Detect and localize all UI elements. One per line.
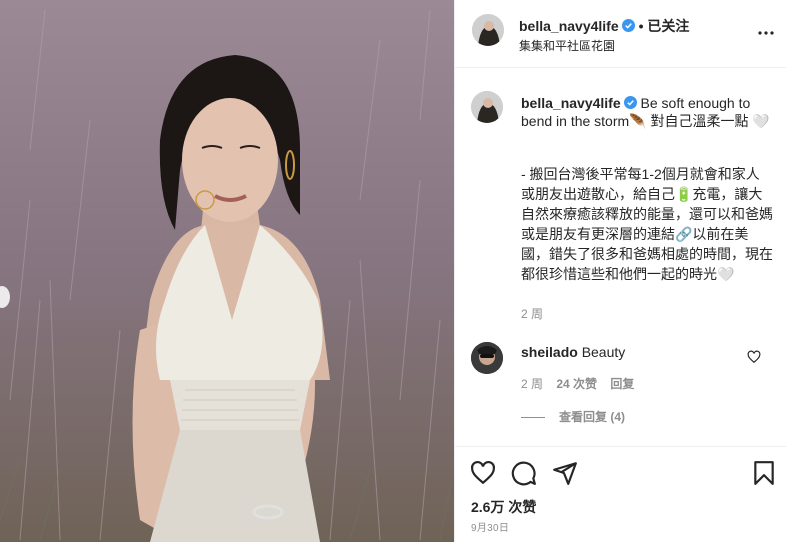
avatar[interactable] (471, 91, 503, 123)
paper-plane-icon[interactable] (552, 460, 578, 486)
action-bar: 2.6万 次赞 9月30日 (455, 446, 786, 542)
avatar[interactable] (471, 342, 503, 374)
bookmark-icon[interactable] (751, 460, 777, 486)
caption-username[interactable]: bella_navy4life (521, 95, 621, 111)
comment-likes[interactable]: 24 次赞 (556, 377, 597, 391)
heart-icon[interactable] (470, 460, 496, 486)
heart-icon[interactable] (747, 350, 761, 364)
separator-dot: • (638, 18, 644, 34)
comment-text: Beauty (581, 344, 626, 360)
likes-count[interactable]: 2.6万 次赞 (471, 497, 536, 517)
caption-timestamp[interactable]: 2 周 (521, 305, 543, 322)
comment-username[interactable]: sheilado (521, 344, 578, 360)
view-replies-label: 查看回复 (4) (559, 410, 626, 424)
verified-badge-icon (623, 96, 637, 109)
reply-button[interactable]: 回复 (610, 377, 634, 391)
view-replies-button[interactable]: 查看回复 (4) (521, 408, 625, 425)
avatar[interactable] (472, 14, 504, 46)
comment-icon[interactable] (511, 460, 537, 486)
comment-meta: 2 周 24 次赞 回复 (521, 375, 644, 392)
caption-body: - 搬回台灣後平常每1-2個月就會和家人或朋友出遊散心，給自己🔋充電，讓大自然來… (521, 166, 773, 282)
post-image (0, 0, 454, 542)
comment-text-line: sheilado Beauty (521, 344, 625, 360)
more-horizontal-icon[interactable] (757, 24, 775, 42)
comment-timestamp[interactable]: 2 周 (521, 377, 543, 391)
caption-headline: bella_navy4life Be soft enough to bend i… (521, 94, 773, 130)
header-username[interactable]: bella_navy4life (519, 18, 619, 34)
post-photo[interactable] (0, 0, 454, 542)
follow-status-button[interactable]: 已关注 (647, 18, 689, 34)
post-date[interactable]: 9月30日 (471, 519, 509, 534)
reply-divider (521, 417, 545, 419)
verified-badge-icon (621, 19, 635, 32)
location-link[interactable]: 集集和平社區花園 (519, 37, 615, 54)
post-header: bella_navy4life • 已关注 集集和平社區花園 (455, 0, 786, 68)
header-user-line: bella_navy4life • 已关注 (519, 16, 689, 36)
post-sidebar: bella_navy4life • 已关注 集集和平社區花園 bella_navy… (454, 0, 786, 542)
